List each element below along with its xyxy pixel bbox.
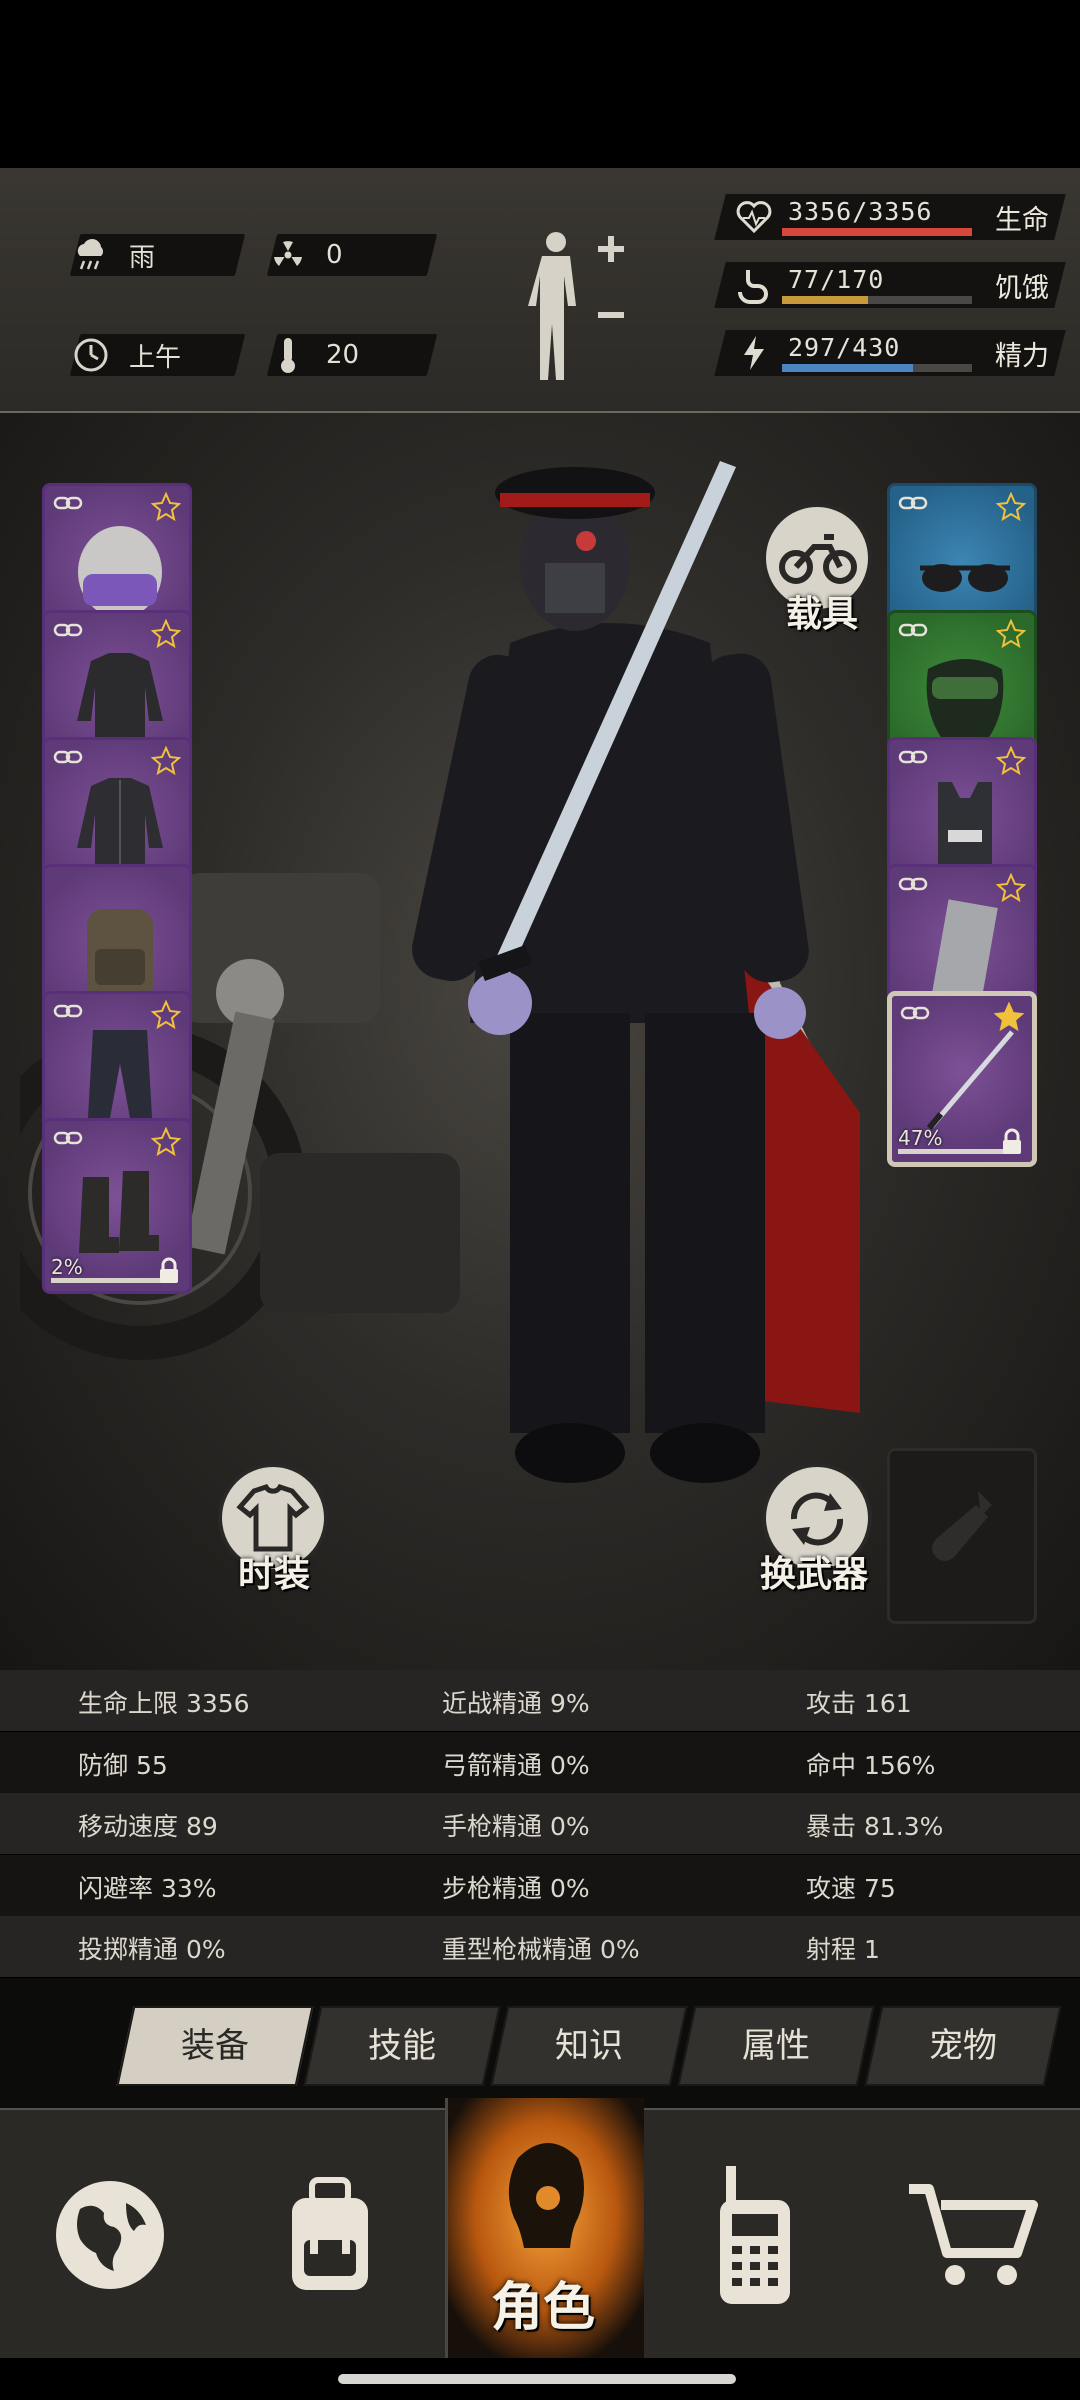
switch-weapon-label: 换武器	[760, 1554, 869, 1595]
costume-label: 时装	[238, 1554, 311, 1595]
stat-value: 暴击 81.3%	[806, 1812, 944, 1842]
link-icon	[898, 877, 928, 891]
link-icon	[53, 750, 83, 764]
backpack-icon	[292, 2177, 368, 2290]
star-icon	[151, 1000, 181, 1030]
equipment-slot-boots[interactable]: 2%	[42, 1118, 192, 1294]
stat-value: 命中 156%	[806, 1750, 936, 1780]
link-icon	[53, 1131, 83, 1145]
character-scene: 载具 时装 换武器 5%7%43%无法破坏50%2%16%1%19%55%47%	[0, 413, 1080, 1670]
tab-label: 宠物	[929, 2026, 997, 2066]
radiation-pill: 0	[266, 233, 438, 277]
stat-value: 移动速度 89	[78, 1812, 218, 1842]
equipment-slot-katana[interactable]: 47%	[887, 991, 1037, 1167]
stat-value: 闪避率 33%	[78, 1873, 217, 1903]
star-icon	[151, 1127, 181, 1157]
bottle-icon	[932, 1491, 992, 1561]
hunger-bar: 77/170 饥饿	[714, 262, 1066, 312]
nav-world-map[interactable]	[0, 2110, 220, 2360]
stat-value: 投掷精通 0%	[78, 1935, 226, 1965]
lock-icon	[160, 1257, 178, 1283]
stat-value: 近战精通 9%	[442, 1689, 590, 1718]
stat-value: 手枪精通 0%	[442, 1812, 590, 1842]
tab-bar: 装备 技能 知识 属性 宠物	[0, 1978, 1080, 2108]
link-icon	[53, 496, 83, 510]
radiation-value: 0	[326, 240, 343, 270]
star-icon	[996, 619, 1026, 649]
stat-value: 攻速 75	[806, 1873, 896, 1903]
katana-icon	[926, 1030, 1014, 1130]
heart-icon	[736, 201, 772, 234]
status-panel: 雨 0 上午 20 3356/3356 生命 77/170 饥饿 297/430…	[0, 168, 1080, 413]
link-icon	[900, 1006, 930, 1020]
durability-text: 47%	[898, 1126, 943, 1150]
tab-label: 技能	[368, 2026, 436, 2066]
stats-table: 生命上限 3356 近战精通 9% 攻击 161 防御 55 弓箭精通 0% 命中 156…	[0, 1670, 1080, 1978]
nav-shop[interactable]	[865, 2110, 1080, 2360]
time-pill: 上午	[69, 333, 246, 377]
energy-bar: 297/430 精力	[714, 330, 1066, 380]
link-icon	[898, 750, 928, 764]
stat-value: 射程 1	[806, 1935, 880, 1965]
star-icon	[151, 492, 181, 522]
durability-text: 2%	[51, 1255, 83, 1279]
top-black-bar	[0, 0, 1080, 168]
stat-value: 防御 55	[78, 1750, 168, 1780]
nav-radio[interactable]	[645, 2110, 865, 2360]
tab-1[interactable]: 技能	[303, 2006, 501, 2086]
tab-label: 知识	[555, 2026, 623, 2066]
stat-row: 防御 55 弓箭精通 0% 命中 156%	[0, 1731, 1080, 1793]
stat-value: 弓箭精通 0%	[442, 1750, 590, 1780]
star-icon	[996, 492, 1026, 522]
shopping-cart-icon	[908, 2184, 1038, 2285]
lightning-icon	[744, 336, 764, 370]
weather-pill: 雨	[69, 233, 246, 277]
thermometer-icon	[266, 333, 310, 377]
temperature-value: 20	[326, 340, 360, 370]
star-icon	[994, 1002, 1024, 1032]
star-icon	[151, 619, 181, 649]
vehicle-label: 载具	[786, 594, 859, 635]
stat-value: 攻击 161	[806, 1689, 912, 1718]
radiation-icon	[266, 233, 310, 277]
stomach-icon	[738, 270, 768, 304]
time-text: 上午	[129, 342, 182, 373]
nav-character[interactable]: 角色	[445, 2098, 644, 2358]
equipment-slot-empty[interactable]	[887, 1448, 1037, 1624]
nav-inventory[interactable]	[220, 2110, 440, 2360]
stat-row: 生命上限 3356 近战精通 9% 攻击 161	[0, 1670, 1080, 1731]
star-icon	[996, 873, 1026, 903]
stat-value: 生命上限 3356	[78, 1689, 250, 1718]
temperature-pill: 20	[266, 333, 438, 377]
health-bar: 3356/3356 生命	[714, 194, 1066, 244]
link-icon	[53, 623, 83, 637]
stat-row: 移动速度 89 手枪精通 0% 暴击 81.3%	[0, 1793, 1080, 1855]
body-status-button[interactable]	[520, 228, 630, 384]
walkie-talkie-icon	[720, 2166, 790, 2304]
rain-cloud-icon	[69, 233, 113, 277]
link-icon	[898, 496, 928, 510]
tab-label: 属性	[742, 2026, 810, 2066]
tab-2[interactable]: 知识	[490, 2006, 688, 2086]
tab-label: 装备	[181, 2026, 249, 2066]
clock-icon	[69, 333, 113, 377]
link-icon	[53, 1004, 83, 1018]
stat-value: 步枪精通 0%	[442, 1873, 590, 1903]
lock-icon	[1003, 1128, 1021, 1154]
tab-0[interactable]: 装备	[116, 2006, 314, 2086]
weather-text: 雨	[129, 242, 156, 273]
star-icon	[996, 746, 1026, 776]
globe-icon	[56, 2181, 164, 2289]
home-indicator[interactable]	[338, 2374, 736, 2384]
tab-4[interactable]: 宠物	[864, 2006, 1062, 2086]
boots-icon	[79, 1171, 159, 1253]
stat-value: 重型枪械精通 0%	[442, 1935, 640, 1965]
tab-3[interactable]: 属性	[677, 2006, 875, 2086]
stat-row: 闪避率 33% 步枪精通 0% 攻速 75	[0, 1854, 1080, 1916]
star-icon	[151, 746, 181, 776]
link-icon	[898, 623, 928, 637]
stat-row: 投掷精通 0% 重型枪械精通 0% 射程 1	[0, 1916, 1080, 1978]
